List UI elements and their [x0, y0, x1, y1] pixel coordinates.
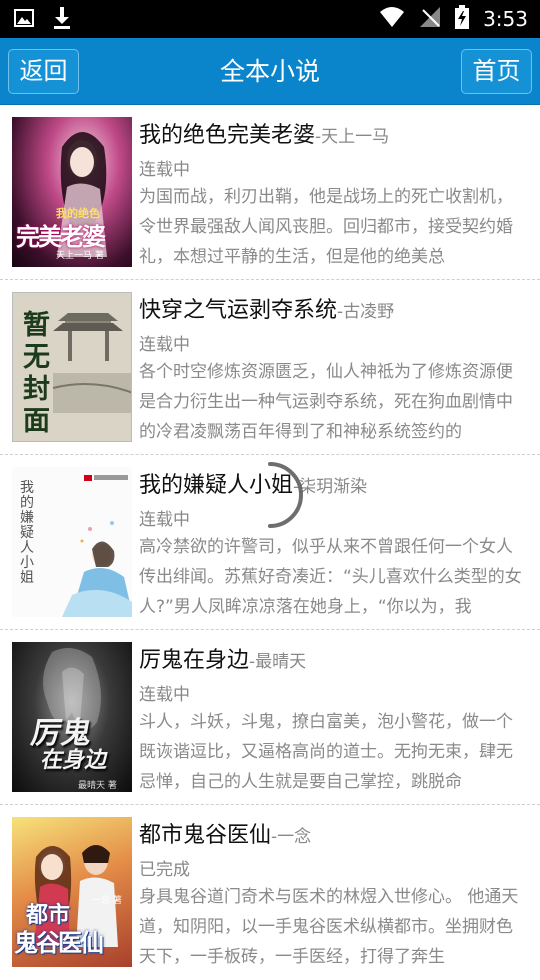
battery-charging-icon [455, 5, 470, 33]
cover-placeholder-text: 面 [23, 406, 50, 437]
book-description: 高冷禁欲的许警司，似乎从来不曾跟任何一个女人传出绯闻。苏蕉好奇凑近：“头儿喜欢什… [139, 537, 522, 617]
book-status: 连载中 [139, 685, 190, 705]
clock: 3:53 [483, 7, 528, 31]
book-list: 我的绝色 完美老婆 天上一马 著 我的绝色完美老婆-天上一马 连载中 为国而战，… [0, 105, 540, 980]
book-title-row[interactable]: 厉鬼在身边-最晴天 [139, 642, 306, 674]
wifi-icon [379, 6, 405, 32]
book-description: 身具鬼谷道门奇术与医术的林煜入世修心。 他通天道，知阴阳，以一手鬼谷医术纵横都市… [139, 887, 519, 967]
book-title[interactable]: 厉鬼在身边 [139, 648, 249, 673]
book-cover[interactable]: 我的绝色 完美老婆 天上一马 著 [12, 117, 132, 267]
no-signal-icon [419, 6, 441, 32]
book-title[interactable]: 快穿之气运剥夺系统 [139, 298, 337, 323]
book-status: 连载中 [139, 160, 190, 180]
book-cover[interactable]: 厉鬼 在身边 最晴天 著 [12, 642, 132, 792]
book-title-row[interactable]: 都市鬼谷医仙-一念 [139, 817, 311, 849]
cover-author: 天上一马 著 [56, 251, 104, 261]
cover-author: 一念 著 [92, 896, 122, 906]
image-icon [14, 8, 34, 32]
book-cover[interactable]: 暂 无 封 面 [12, 292, 132, 442]
book-author: -最晴天 [249, 652, 307, 672]
book-title[interactable]: 我的绝色完美老婆 [139, 123, 315, 148]
cover-title: 完美老婆 [16, 222, 106, 251]
cover-title: 在身边 [39, 747, 110, 773]
book-list-item[interactable]: 都市 鬼谷医仙 一念 著 都市鬼谷医仙-一念 已完成 身具鬼谷道门奇术与医术的林… [0, 805, 540, 980]
book-list-item[interactable]: 我的绝色 完美老婆 天上一马 著 我的绝色完美老婆-天上一马 连载中 为国而战，… [0, 105, 540, 280]
app-header: 返回 全本小说 首页 [0, 38, 540, 105]
book-author: -天上一马 [315, 127, 390, 147]
book-status: 已完成 [139, 860, 190, 880]
book-title-row[interactable]: 快穿之气运剥夺系统-古凌野 [139, 292, 394, 324]
book-title[interactable]: 都市鬼谷医仙 [139, 823, 271, 848]
cover-author: 最晴天 著 [78, 781, 117, 791]
book-list-item[interactable]: 暂 无 封 面 快穿之气运剥夺系统-古凌野 连载中 各个时空修炼资源匮乏，仙人神… [0, 280, 540, 455]
book-author: -古凌野 [337, 302, 395, 322]
book-cover[interactable]: 我的嫌疑人小姐 [12, 467, 132, 617]
loading-spinner-icon [240, 460, 306, 530]
status-bar: 3:53 [0, 0, 540, 38]
book-list-item[interactable]: 厉鬼 在身边 最晴天 著 厉鬼在身边-最晴天 连载中 斗人，斗妖，斗鬼，撩白富美… [0, 630, 540, 805]
book-status: 连载中 [139, 510, 190, 530]
cover-title: 鬼谷医仙 [14, 928, 104, 957]
page-title: 全本小说 [219, 57, 320, 86]
cover-title: 我的嫌疑人小姐 [20, 480, 34, 586]
book-description: 各个时空修炼资源匮乏，仙人神祗为了修炼资源便是合力衍生出一种气运剥夺系统，死在狗… [139, 362, 513, 442]
book-status: 连载中 [139, 335, 190, 355]
book-description: 斗人，斗妖，斗鬼，撩白富美，泡小警花，做一个既诙谐逗比，又逼格高尚的道士。无拘无… [139, 712, 513, 792]
download-icon [52, 6, 72, 34]
home-button[interactable]: 首页 [461, 49, 532, 94]
book-title-row[interactable]: 我的绝色完美老婆-天上一马 [139, 117, 389, 149]
book-author: -一念 [271, 827, 312, 847]
book-description: 为国而战，利刃出鞘，他是战场上的死亡收割机，令世界最强敌人闻风丧胆。回归都市，接… [139, 187, 513, 267]
book-cover[interactable]: 都市 鬼谷医仙 一念 著 [12, 817, 132, 967]
